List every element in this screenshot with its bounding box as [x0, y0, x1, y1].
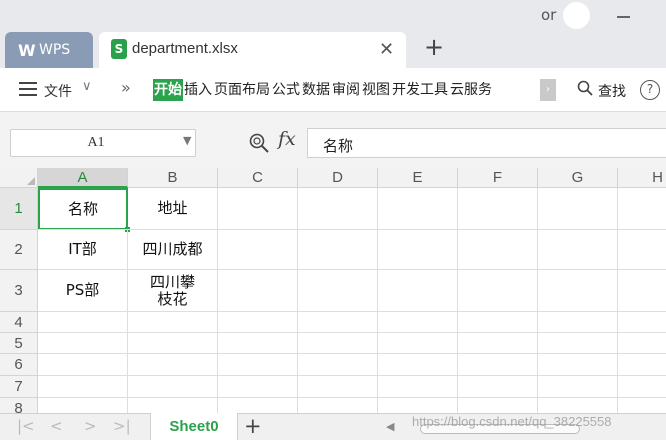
wps-logo-icon: W: [18, 41, 36, 60]
ribbon-tab-home[interactable]: 开始: [153, 79, 183, 101]
column-header-g[interactable]: G: [538, 168, 618, 188]
ribbon: 文件 ∨ » 开始 插入 页面布局 公式 数据 审阅 视图 开发工具 云服务 ›…: [0, 68, 666, 112]
new-tab-button[interactable]: +: [424, 33, 444, 61]
row-header-2[interactable]: 2: [0, 230, 38, 270]
next-sheet-icon[interactable]: >: [84, 417, 97, 435]
formula-bar: A1 ▼ fx 名称: [0, 112, 666, 168]
sheet-bar: |< < > >| Sheet0 + ◀ https://blog.csdn.n…: [0, 413, 666, 440]
tab-document-label: department.xlsx: [132, 40, 238, 57]
chevron-down-icon[interactable]: ∨: [82, 79, 92, 94]
tab-document[interactable]: S department.xlsx ✕: [99, 32, 406, 68]
title-bar: or: [0, 0, 666, 30]
file-menu[interactable]: 文件: [44, 81, 72, 101]
user-name[interactable]: or: [541, 6, 556, 24]
cell-a1[interactable]: 名称: [38, 188, 128, 230]
column-header-f[interactable]: F: [458, 168, 538, 188]
row-header-7[interactable]: 7: [0, 376, 38, 398]
ribbon-tab-developer[interactable]: 开发工具: [391, 79, 449, 101]
ribbon-scroll-right-icon[interactable]: ›: [540, 79, 556, 101]
name-box-value: A1: [87, 135, 105, 150]
hamburger-menu-icon[interactable]: [19, 82, 37, 96]
column-header-a[interactable]: A: [38, 168, 128, 188]
name-box[interactable]: A1 ▼: [10, 129, 196, 157]
column-header-d[interactable]: D: [298, 168, 378, 188]
minimize-icon[interactable]: [617, 16, 630, 18]
cell-a2[interactable]: IT部: [38, 230, 128, 270]
cell-a3[interactable]: PS部: [38, 270, 128, 312]
cell-b1[interactable]: 地址: [128, 188, 218, 230]
search-icon[interactable]: [577, 80, 593, 96]
tab-bar: W WPS S department.xlsx ✕ +: [0, 30, 666, 68]
add-sheet-button[interactable]: +: [244, 414, 262, 438]
column-header-h[interactable]: H: [618, 168, 666, 188]
chevron-down-icon[interactable]: ▼: [183, 134, 191, 147]
formula-input[interactable]: 名称: [307, 128, 666, 158]
fx-icon[interactable]: fx: [278, 128, 296, 150]
search-label[interactable]: 查找: [598, 81, 626, 101]
zoom-icon[interactable]: [248, 132, 270, 154]
ribbon-tab-insert[interactable]: 插入: [183, 79, 213, 101]
row-header-3[interactable]: 3: [0, 270, 38, 312]
row-header-1[interactable]: 1: [0, 188, 38, 230]
ribbon-tab-review[interactable]: 审阅: [331, 79, 361, 101]
row-header-4[interactable]: 4: [0, 312, 38, 333]
tab-wps[interactable]: W WPS: [5, 32, 93, 68]
ribbon-overflow-icon[interactable]: »: [121, 78, 131, 97]
spreadsheet-doc-icon: S: [111, 39, 127, 59]
avatar[interactable]: [563, 2, 590, 29]
ribbon-tab-data[interactable]: 数据: [301, 79, 331, 101]
tab-wps-label: WPS: [39, 42, 71, 58]
spreadsheet-grid[interactable]: A B C D E F G H 1 2 3 4 5 6 7 8 名称 地址 IT…: [0, 168, 666, 413]
sheet-tab-sheet0[interactable]: Sheet0: [150, 413, 238, 440]
cell-b3[interactable]: 四川攀枝花: [128, 270, 218, 312]
select-all-corner[interactable]: [0, 168, 38, 188]
row-header-8[interactable]: 8: [0, 398, 38, 413]
ribbon-tabs: 开始 插入 页面布局 公式 数据 审阅 视图 开发工具 云服务: [153, 79, 493, 101]
cell-b2[interactable]: 四川成都: [128, 230, 218, 270]
ribbon-tab-cloud[interactable]: 云服务: [449, 79, 493, 101]
scroll-left-icon[interactable]: ◀: [386, 420, 394, 433]
ribbon-tab-formulas[interactable]: 公式: [271, 79, 301, 101]
help-icon[interactable]: ?: [640, 80, 660, 100]
close-tab-icon[interactable]: ✕: [379, 39, 394, 60]
formula-value: 名称: [323, 137, 354, 155]
prev-sheet-icon[interactable]: <: [50, 417, 63, 435]
last-sheet-icon[interactable]: >|: [113, 417, 131, 435]
ribbon-tab-view[interactable]: 视图: [361, 79, 391, 101]
watermark: https://blog.csdn.net/qq_38225558: [412, 414, 612, 429]
row-header-5[interactable]: 5: [0, 333, 38, 354]
column-header-e[interactable]: E: [378, 168, 458, 188]
row-1-bottom-border: [128, 229, 666, 230]
row-header-6[interactable]: 6: [0, 354, 38, 376]
first-sheet-icon[interactable]: |<: [17, 417, 35, 435]
column-header-c[interactable]: C: [218, 168, 298, 188]
ribbon-tab-page-layout[interactable]: 页面布局: [213, 79, 271, 101]
column-header-b[interactable]: B: [128, 168, 218, 188]
